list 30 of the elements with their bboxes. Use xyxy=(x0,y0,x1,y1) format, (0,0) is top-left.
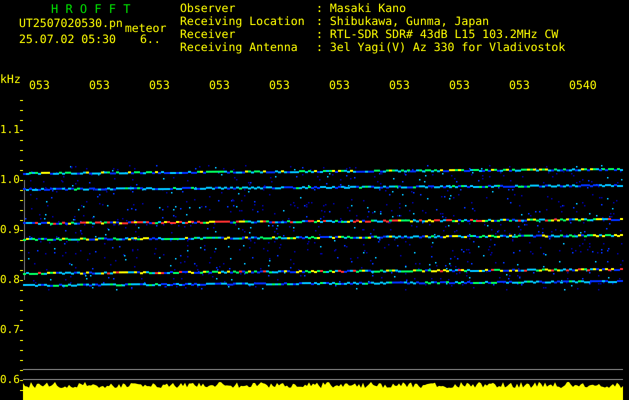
meteor-count: 6.. xyxy=(140,33,161,45)
time-label: 053 xyxy=(389,78,410,92)
time-label: 053 xyxy=(89,78,110,92)
time-label: 0540 xyxy=(569,78,597,92)
frequency-label: 0.6 xyxy=(0,373,20,387)
info-label: Observer xyxy=(180,3,236,16)
app-title: H R O F F T xyxy=(50,3,132,15)
info-value: : RTL-SDR SDR# 43dB L15 103.2MHz CW xyxy=(316,29,560,42)
time-label: 053 xyxy=(449,78,470,92)
info-label: Receiving Location xyxy=(180,16,306,29)
axis-unit: kHz xyxy=(0,71,22,87)
info-label: Receiver xyxy=(180,29,236,42)
file-suffix: meteor xyxy=(124,22,166,34)
file-name: UT2507020530.pn xyxy=(19,17,123,29)
time-label: 053 xyxy=(149,78,170,92)
time-label: 053 xyxy=(209,78,230,92)
info-value: : 3el Yagi(V) Az 330 for Vladivostok xyxy=(316,42,566,55)
time-label: 053 xyxy=(269,78,290,92)
info-value: : Shibukawa, Gunma, Japan xyxy=(316,16,490,29)
frequency-label: 0.9 xyxy=(0,223,20,237)
time-label: 053 xyxy=(29,78,50,92)
time-label: 053 xyxy=(329,78,350,92)
frequency-label: 1.0 xyxy=(0,173,20,187)
frequency-label: 0.8 xyxy=(0,273,20,287)
frequency-label: 0.7 xyxy=(0,323,20,337)
frequency-label: 1.1 xyxy=(0,123,20,137)
time-label: 053 xyxy=(509,78,530,92)
info-label: Receiving Antenna xyxy=(180,42,299,55)
date-time: 25.07.02 05:30 xyxy=(19,33,116,45)
info-value: : Masaki Kano xyxy=(316,3,408,16)
